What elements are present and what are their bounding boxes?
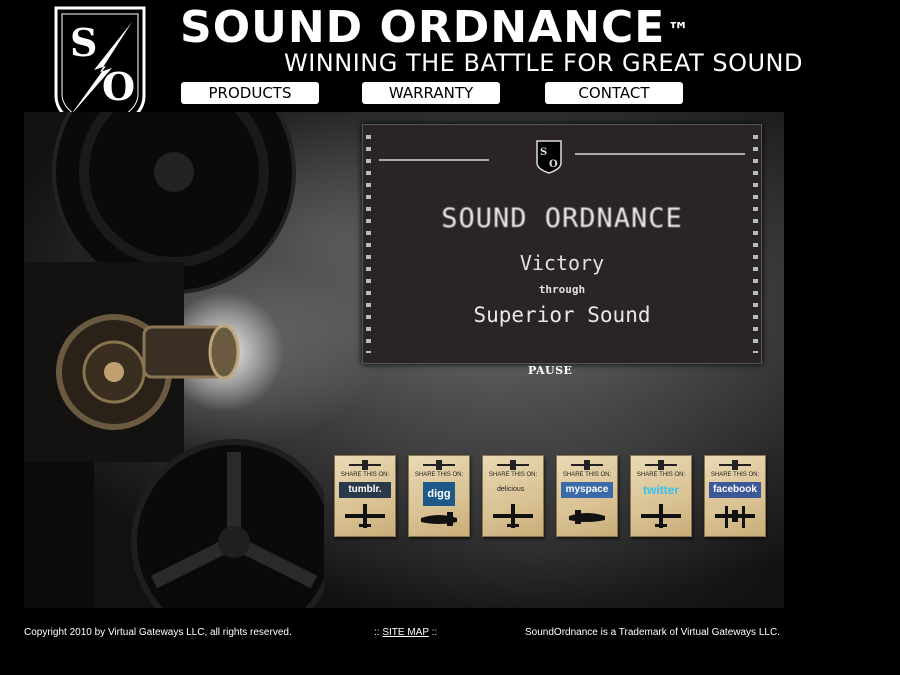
sitemap-link[interactable]: SITE MAP [382, 627, 429, 638]
plane-icon [571, 460, 603, 470]
bomber-plane-icon [493, 504, 533, 528]
brand-title: SOUND ORDNANCE™ [180, 4, 740, 52]
bomber-plane-icon [569, 510, 605, 524]
trademark-symbol: ™ [667, 19, 691, 44]
svg-text:O: O [549, 159, 558, 170]
plane-icon [719, 460, 751, 470]
bomber-plane-icon [345, 504, 385, 528]
plane-icon [645, 460, 677, 470]
share-label: SHARE THIS ON: [710, 472, 760, 478]
share-label: SHARE THIS ON: [562, 472, 612, 478]
footer-copyright: Copyright 2010 by Virtual Gateways LLC, … [24, 627, 292, 638]
share-myspace-button[interactable]: SHARE THIS ON: myspace [556, 455, 618, 537]
facebook-logo: facebook [709, 482, 761, 498]
share-label: SHARE THIS ON: [414, 472, 464, 478]
twin-boom-plane-icon [715, 506, 755, 528]
nav-contact-button[interactable]: CONTACT [545, 82, 683, 104]
screen-rule-left [379, 159, 489, 161]
footer-sitemap: :: SITE MAP :: [374, 627, 437, 638]
share-delicious-button[interactable]: SHARE THIS ON: delicious [482, 455, 544, 537]
share-label: SHARE THIS ON: [488, 472, 538, 478]
share-tumblr-button[interactable]: SHARE THIS ON: tumblr. [334, 455, 396, 537]
nav-products-button[interactable]: PRODUCTS [181, 82, 319, 104]
sitemap-suffix: :: [431, 627, 438, 638]
brand-name: SOUND ORDNANCE [180, 2, 666, 53]
plane-icon [497, 460, 529, 470]
share-label: SHARE THIS ON: [340, 472, 390, 478]
share-digg-button[interactable]: SHARE THIS ON: digg [408, 455, 470, 537]
pause-button[interactable]: PAUSE [528, 364, 572, 377]
sitemap-prefix: :: [374, 627, 380, 638]
video-screen[interactable]: S O SOUND ORDNANCE Victory through Super… [362, 124, 762, 364]
tagline: WINNING THE BATTLE FOR GREAT SOUND [284, 49, 803, 77]
plane-icon [423, 460, 455, 470]
nav-warranty-button[interactable]: WARRANTY [362, 82, 500, 104]
digg-logo: digg [423, 482, 455, 506]
svg-text:S: S [540, 147, 547, 158]
screen-logo-icon: S O [536, 140, 562, 174]
share-twitter-button[interactable]: SHARE THIS ON: twitter [630, 455, 692, 537]
screen-superior-sound-text: Superior Sound [473, 303, 651, 327]
share-facebook-button[interactable]: SHARE THIS ON: facebook [704, 455, 766, 537]
screen-title: SOUND ORDNANCE [441, 203, 683, 234]
twitter-logo: twitter [643, 483, 679, 497]
film-projector-image [24, 112, 324, 608]
hero-stage: S O SOUND ORDNANCE Victory through Super… [24, 112, 784, 608]
bomber-plane-icon [421, 512, 457, 526]
share-label: SHARE THIS ON: [636, 472, 686, 478]
delicious-logo: delicious [497, 486, 525, 493]
plane-icon [349, 460, 381, 470]
svg-text:S: S [70, 20, 97, 65]
screen-through-text: through [538, 283, 586, 296]
tumblr-logo: tumblr. [339, 482, 391, 498]
myspace-logo: myspace [561, 482, 613, 498]
footer-trademark: SoundOrdnance is a Trademark of Virtual … [525, 627, 780, 638]
screen-rule-right [575, 153, 745, 155]
fighter-plane-icon [641, 504, 681, 528]
screen-victory-text: Victory [519, 251, 605, 275]
